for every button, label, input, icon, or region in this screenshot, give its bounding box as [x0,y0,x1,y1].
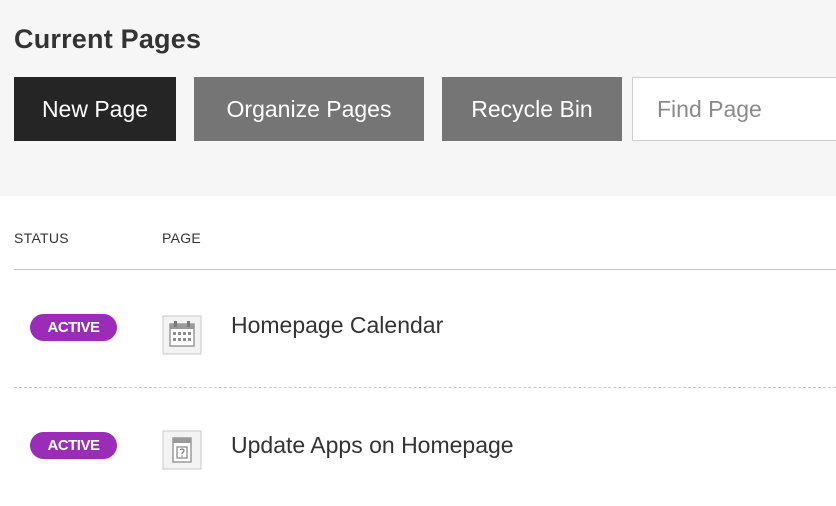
column-header-page[interactable]: PAGE [162,230,201,246]
new-page-button[interactable]: New Page [14,77,176,141]
page-title: Current Pages [14,24,202,54]
page-name-link[interactable]: Update Apps on Homepage [231,432,514,459]
toolbar: New Page Organize Pages Recycle Bin [14,77,836,141]
table-row[interactable]: ACTIVE Update Apps on Homepage [14,388,836,506]
status-badge: ACTIVE [30,314,117,341]
status-badge: ACTIVE [30,432,117,459]
recycle-bin-button[interactable]: Recycle Bin [442,77,622,141]
organize-pages-button[interactable]: Organize Pages [194,77,424,141]
current-pages-panel: Current Pages New Page Organize Pages Re… [0,0,836,196]
document-icon [162,430,202,470]
calendar-icon [162,315,202,355]
page-name-link[interactable]: Homepage Calendar [231,312,443,339]
find-page-input[interactable] [632,77,836,141]
table-row[interactable]: ACTIVE Homepage Calendar [14,270,836,388]
column-header-status[interactable]: STATUS [14,230,69,246]
table-header: STATUS PAGE [14,228,836,270]
